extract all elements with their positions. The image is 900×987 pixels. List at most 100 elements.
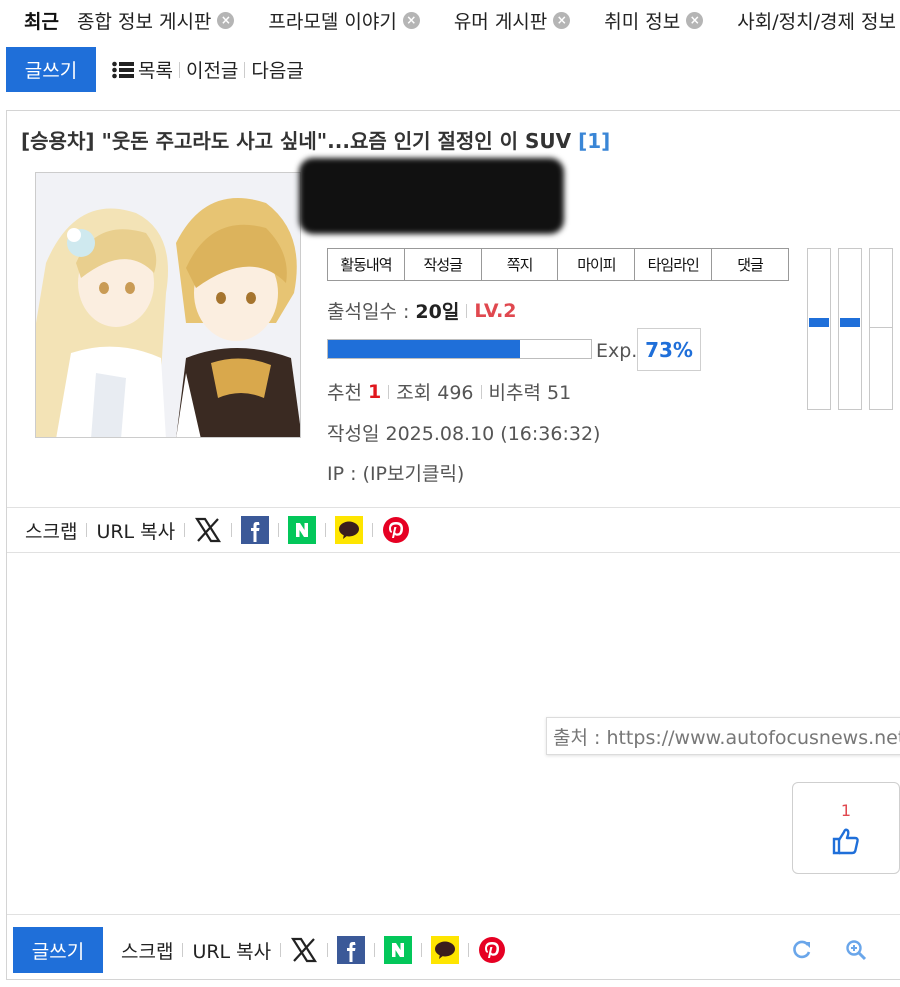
exp-percent: 73% (637, 328, 701, 371)
url-copy-button[interactable]: URL 복사 (192, 937, 271, 964)
list-icon[interactable] (112, 61, 134, 79)
close-icon[interactable]: × (686, 11, 704, 29)
avatar-illustration (36, 173, 300, 437)
write-button[interactable]: 글쓰기 (6, 47, 96, 92)
divider (278, 523, 280, 537)
recent-tab-plamodel[interactable]: 프라모델 이야기 × (268, 7, 420, 34)
attendance-line: 출석일수 : 20일 LV.2 (327, 297, 517, 324)
divider (468, 943, 470, 957)
pinterest-icon[interactable] (382, 516, 410, 544)
divider (372, 523, 374, 537)
gauge-line (870, 327, 892, 328)
ip-view-link[interactable]: IP : (IP보기클릭) (327, 459, 464, 486)
post-date: 작성일 2025.08.10 (16:36:32) (327, 423, 601, 445)
recent-tab-label: 사회/정치/경제 정보 (737, 10, 896, 33)
x-twitter-icon[interactable] (194, 516, 222, 544)
post-title: [승용차] "웃돈 주고라도 사고 싶네"...요즘 인기 절정인 이 SUV … (21, 125, 610, 154)
attendance-value: 20일 (415, 301, 460, 323)
post-container: [승용차] "웃돈 주고라도 사고 싶네"...요즘 인기 절정인 이 SUV … (6, 110, 900, 980)
post-toolbar: 글쓰기 목록 이전글 다음글 (6, 47, 304, 92)
recent-label: 최근 (24, 10, 59, 33)
post-category: [승용차] (21, 129, 95, 153)
like-button[interactable]: 1 (792, 782, 900, 874)
bottom-toolbar: 글쓰기 스크랩 URL 복사 (13, 927, 893, 973)
bottom-actions (791, 939, 867, 961)
recent-tab-general-info[interactable]: 종합 정보 게시판 × (76, 7, 235, 34)
divider (421, 943, 423, 957)
profile-menu-timeline[interactable]: 타임라인 (635, 249, 713, 280)
naver-icon[interactable] (384, 936, 413, 964)
recent-tab-label: 취미 정보 (604, 10, 681, 33)
divider (86, 523, 88, 537)
downvote-ratio: 비추력 51 (488, 382, 572, 404)
vertical-gauge (838, 248, 862, 410)
redacted-nickname (299, 158, 564, 234)
x-twitter-icon[interactable] (290, 936, 318, 964)
profile-menu-activity[interactable]: 활동내역 (328, 249, 405, 280)
share-row: 스크랩 URL 복사 (7, 507, 900, 553)
scrap-button[interactable]: 스크랩 (25, 517, 77, 544)
divider (184, 523, 186, 537)
gauge-marker (840, 318, 860, 327)
divider (466, 303, 468, 318)
divider (280, 943, 282, 957)
divider (325, 523, 327, 537)
stats-line: 추천 1 조회 496 비추력 51 (327, 378, 571, 405)
gauge-marker (809, 318, 829, 327)
close-icon[interactable]: × (402, 11, 420, 29)
thumbs-up-icon (832, 828, 859, 854)
pinterest-icon[interactable] (478, 936, 506, 964)
divider (7, 914, 900, 915)
view-count: 조회 496 (396, 382, 474, 404)
vertical-gauge (869, 248, 893, 410)
divider (244, 61, 246, 78)
facebook-icon[interactable] (241, 516, 270, 544)
recent-tab-label: 유머 게시판 (453, 10, 548, 33)
recent-tab-society[interactable]: 사회/정치/경제 정보 (737, 7, 896, 34)
attendance-label: 출석일수 : (327, 301, 410, 323)
recent-tab-label: 종합 정보 게시판 (76, 10, 212, 33)
avatar[interactable] (35, 172, 301, 438)
divider (374, 943, 376, 957)
profile-menu-mypi[interactable]: 마이피 (558, 249, 636, 280)
recent-tab-label: 프라모델 이야기 (268, 10, 397, 33)
url-copy-button[interactable]: URL 복사 (96, 517, 175, 544)
profile-menu-comments[interactable]: 댓글 (712, 249, 788, 280)
vertical-gauge (807, 248, 831, 410)
profile-menu-message[interactable]: 쪽지 (482, 249, 559, 280)
divider (182, 943, 184, 957)
recommend-label: 추천 (327, 382, 362, 404)
post-title-text: "웃돈 주고라도 사고 싶네"...요즘 인기 절정인 이 SUV (101, 129, 572, 153)
scrap-button[interactable]: 스크랩 (121, 937, 173, 964)
close-icon[interactable]: × (553, 11, 571, 29)
kakao-icon[interactable] (431, 936, 460, 964)
recent-tab-hobby[interactable]: 취미 정보 × (604, 7, 704, 34)
divider (480, 384, 482, 399)
recommend-count: 1 (368, 380, 382, 403)
kakao-icon[interactable] (335, 516, 364, 544)
user-level: LV.2 (474, 299, 517, 322)
divider (388, 384, 390, 399)
exp-label: Exp. (596, 340, 638, 362)
refresh-icon[interactable] (791, 939, 813, 961)
close-icon[interactable]: × (217, 11, 235, 29)
like-count: 1 (840, 800, 852, 820)
profile-menu-posts[interactable]: 작성글 (405, 249, 482, 280)
source-link[interactable]: 출처 : https://www.autofocusnews.net (546, 717, 900, 755)
list-link[interactable]: 목록 (138, 56, 173, 83)
recent-tabs-bar: 최근 종합 정보 게시판 × 프라모델 이야기 × 유머 게시판 × 취미 정보… (0, 0, 900, 40)
next-post-link[interactable]: 다음글 (251, 56, 303, 83)
naver-icon[interactable] (288, 516, 317, 544)
zoom-in-icon[interactable] (845, 939, 867, 961)
divider (231, 523, 233, 537)
exp-progress-bar (327, 339, 592, 359)
exp-progress-fill (328, 340, 520, 358)
facebook-icon[interactable] (337, 936, 366, 964)
prev-post-link[interactable]: 이전글 (186, 56, 238, 83)
write-button[interactable]: 글쓰기 (13, 927, 103, 973)
profile-menu: 활동내역 작성글 쪽지 마이피 타임라인 댓글 (327, 248, 789, 281)
divider (178, 61, 180, 78)
recent-tab-humor[interactable]: 유머 게시판 × (453, 7, 571, 34)
comment-count-link[interactable]: [1] (578, 129, 610, 153)
divider (327, 943, 329, 957)
